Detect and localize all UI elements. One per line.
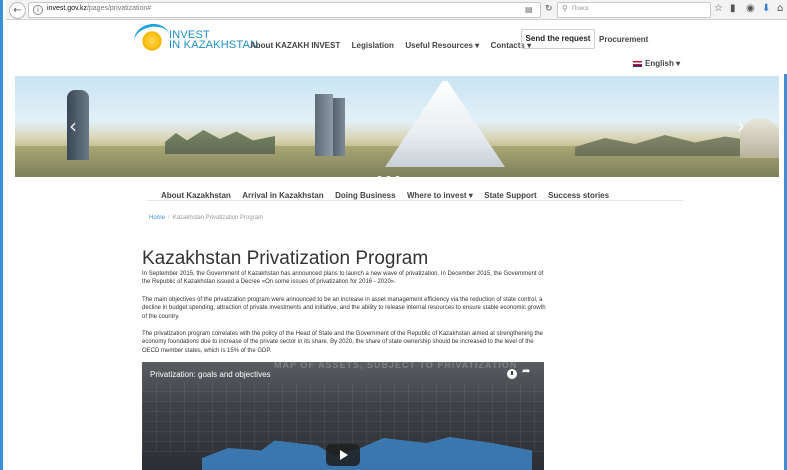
banner-dot[interactable]: [386, 176, 391, 177]
nav-procurement[interactable]: Procurement: [599, 35, 648, 44]
site-header: INVEST IN KAZAKHSTAN About KAZAKH INVEST…: [6, 20, 787, 74]
nav-about-kazakh-invest[interactable]: About KAZAKH INVEST: [250, 41, 340, 50]
nav-about-kazakhstan[interactable]: About Kazakhstan: [161, 191, 231, 200]
page-title: Kazakhstan Privatization Program: [142, 248, 429, 269]
browser-window: ← i invest.gov.kz/pages/privatization# ▤…: [0, 0, 787, 470]
url-path: /pages/privatization#: [86, 5, 152, 12]
paragraph: In September 2015, the Government of Kaz…: [142, 271, 544, 286]
main-nav: About KAZAKH INVEST Legislation Useful R…: [250, 35, 538, 53]
address-bar[interactable]: i invest.gov.kz/pages/privatization# ▤: [28, 2, 541, 18]
uk-flag-icon: [633, 60, 642, 67]
reload-icon[interactable]: ↻: [545, 4, 553, 14]
search-bar[interactable]: ⚲ Поиск: [557, 2, 711, 18]
url-host: invest.gov.kz: [47, 5, 87, 12]
share-icon[interactable]: ➦: [522, 366, 530, 377]
library-icon[interactable]: ▮: [730, 3, 736, 14]
send-request-button[interactable]: Send the request: [521, 29, 595, 49]
video-title[interactable]: Privatization: goals and objectives: [150, 370, 271, 379]
nav-doing-business[interactable]: Doing Business: [335, 191, 395, 200]
banner-dot[interactable]: [395, 176, 400, 177]
nav-where-to-invest[interactable]: Where to invest ▾: [407, 191, 473, 200]
pocket-icon[interactable]: ◉: [746, 3, 755, 14]
banner-dot[interactable]: [377, 176, 382, 177]
banner-twin-tower: [315, 94, 333, 156]
video-background-text: MAP OF ASSETS, SUBJECT TO PRIVATIZATION: [274, 362, 518, 370]
banner-twin-tower: [333, 98, 345, 156]
bookmark-star-icon[interactable]: ☆: [714, 3, 723, 14]
download-icon[interactable]: ⬇: [762, 3, 770, 14]
banner-next-arrow-icon[interactable]: ›: [737, 114, 745, 138]
breadcrumb: Home / Kazakhstan Privatization Program: [149, 215, 263, 221]
hero-banner: ‹ ›: [15, 76, 779, 177]
language-selector[interactable]: English ▾: [633, 59, 680, 68]
search-placeholder: Поиск: [572, 6, 589, 12]
banner-dome-building: [740, 118, 779, 158]
url-text[interactable]: invest.gov.kz/pages/privatization#: [47, 5, 151, 12]
language-label: English ▾: [645, 59, 681, 68]
nav-success-stories[interactable]: Success stories: [548, 191, 609, 200]
logo-text[interactable]: INVEST IN KAZAKHSTAN: [169, 30, 259, 51]
nav-state-support[interactable]: State Support: [484, 191, 536, 200]
video-chart-background: [142, 382, 544, 452]
reader-view-icon[interactable]: ▤: [525, 5, 533, 14]
watch-later-icon[interactable]: [507, 369, 517, 379]
breadcrumb-separator: /: [168, 215, 170, 221]
search-icon: ⚲: [562, 4, 568, 13]
home-icon[interactable]: ⌂: [777, 3, 783, 14]
paragraph: The privatization program correlates wit…: [142, 331, 543, 354]
logo-line-2: IN KAZAKHSTAN: [169, 39, 259, 51]
info-icon[interactable]: i: [33, 5, 43, 15]
banner-indicators: [375, 168, 402, 177]
video-player[interactable]: MAP OF ASSETS, SUBJECT TO PRIVATIZATION …: [142, 362, 544, 470]
nav-useful-resources[interactable]: Useful Resources ▾: [405, 41, 479, 50]
banner-skyline-left: [165, 130, 275, 154]
banner-khan-shatyr: [385, 81, 505, 167]
paragraph: The main objectives of the privatization…: [142, 297, 546, 320]
nav-legislation[interactable]: Legislation: [352, 41, 394, 50]
play-button[interactable]: [326, 444, 360, 466]
browser-toolbar: ← i invest.gov.kz/pages/privatization# ▤…: [6, 0, 787, 20]
breadcrumb-home[interactable]: Home: [149, 215, 165, 221]
back-arrow-icon[interactable]: ←: [9, 2, 26, 19]
logo-sun-icon[interactable]: [140, 29, 164, 53]
nav-arrival[interactable]: Arrival in Kazakhstan: [242, 191, 323, 200]
banner-prev-arrow-icon[interactable]: ‹: [69, 114, 77, 138]
breadcrumb-current: Kazakhstan Privatization Program: [172, 215, 264, 221]
nav-divider: [147, 200, 683, 201]
